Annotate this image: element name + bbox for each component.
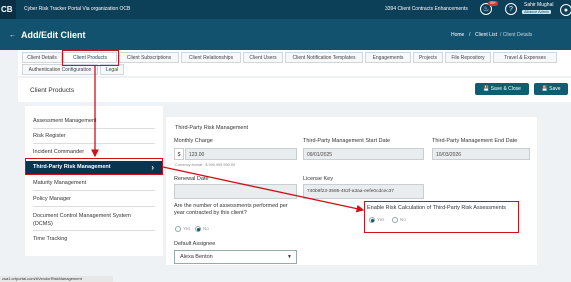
arrow-sidebar-to-enable xyxy=(162,166,365,213)
status-bar-url: csa1.crtportal.com/#VendorRiskManagement xyxy=(0,276,113,282)
annotation-arrows xyxy=(91,66,365,213)
